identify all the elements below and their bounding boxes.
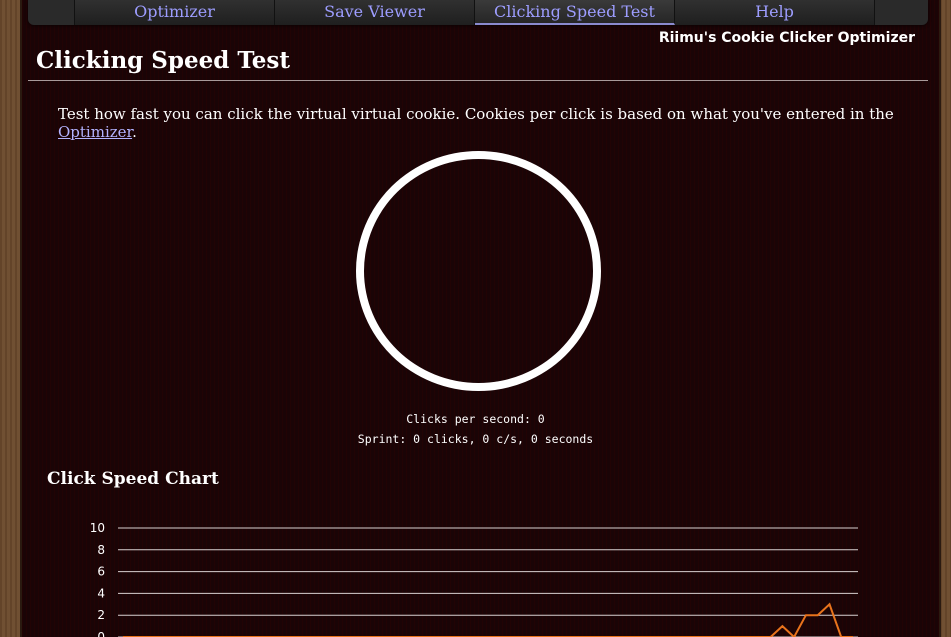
y-tick-label: 10 [90,521,105,535]
page-title: Clicking Speed Test [36,47,290,74]
virtual-cookie-button[interactable] [356,151,601,391]
tab-help[interactable]: Help [675,0,875,25]
nav-spacer-left [28,0,75,25]
chart-title: Click Speed Chart [47,469,219,489]
tab-optimizer[interactable]: Optimizer [75,0,275,25]
y-tick-label: 0 [97,630,105,637]
y-tick-label: 8 [97,543,105,557]
intro-text: Test how fast you can click the virtual … [58,105,918,141]
click-speed-chart: 0 2 4 6 8 10 [90,521,858,637]
title-divider [28,80,928,81]
tab-clicking-speed-test[interactable]: Clicking Speed Test [475,0,675,25]
sprint-readout: Sprint: 0 clicks, 0 c/s, 0 seconds [357,432,594,446]
y-tick-label: 4 [97,586,105,600]
optimizer-link[interactable]: Optimizer [58,123,132,141]
main-nav: Optimizer Save Viewer Clicking Speed Tes… [28,0,928,25]
series-line [123,602,853,637]
clicks-per-second-readout: Clicks per second: 0 [406,412,545,426]
y-tick-label: 2 [97,608,105,622]
site-brand: Riimu's Cookie Clicker Optimizer [658,30,915,46]
intro-text-before: Test how fast you can click the virtual … [58,105,894,123]
nav-spacer-right [875,0,928,25]
tab-save-viewer[interactable]: Save Viewer [275,0,475,25]
intro-text-after: . [132,123,137,141]
y-tick-label: 6 [97,565,105,579]
